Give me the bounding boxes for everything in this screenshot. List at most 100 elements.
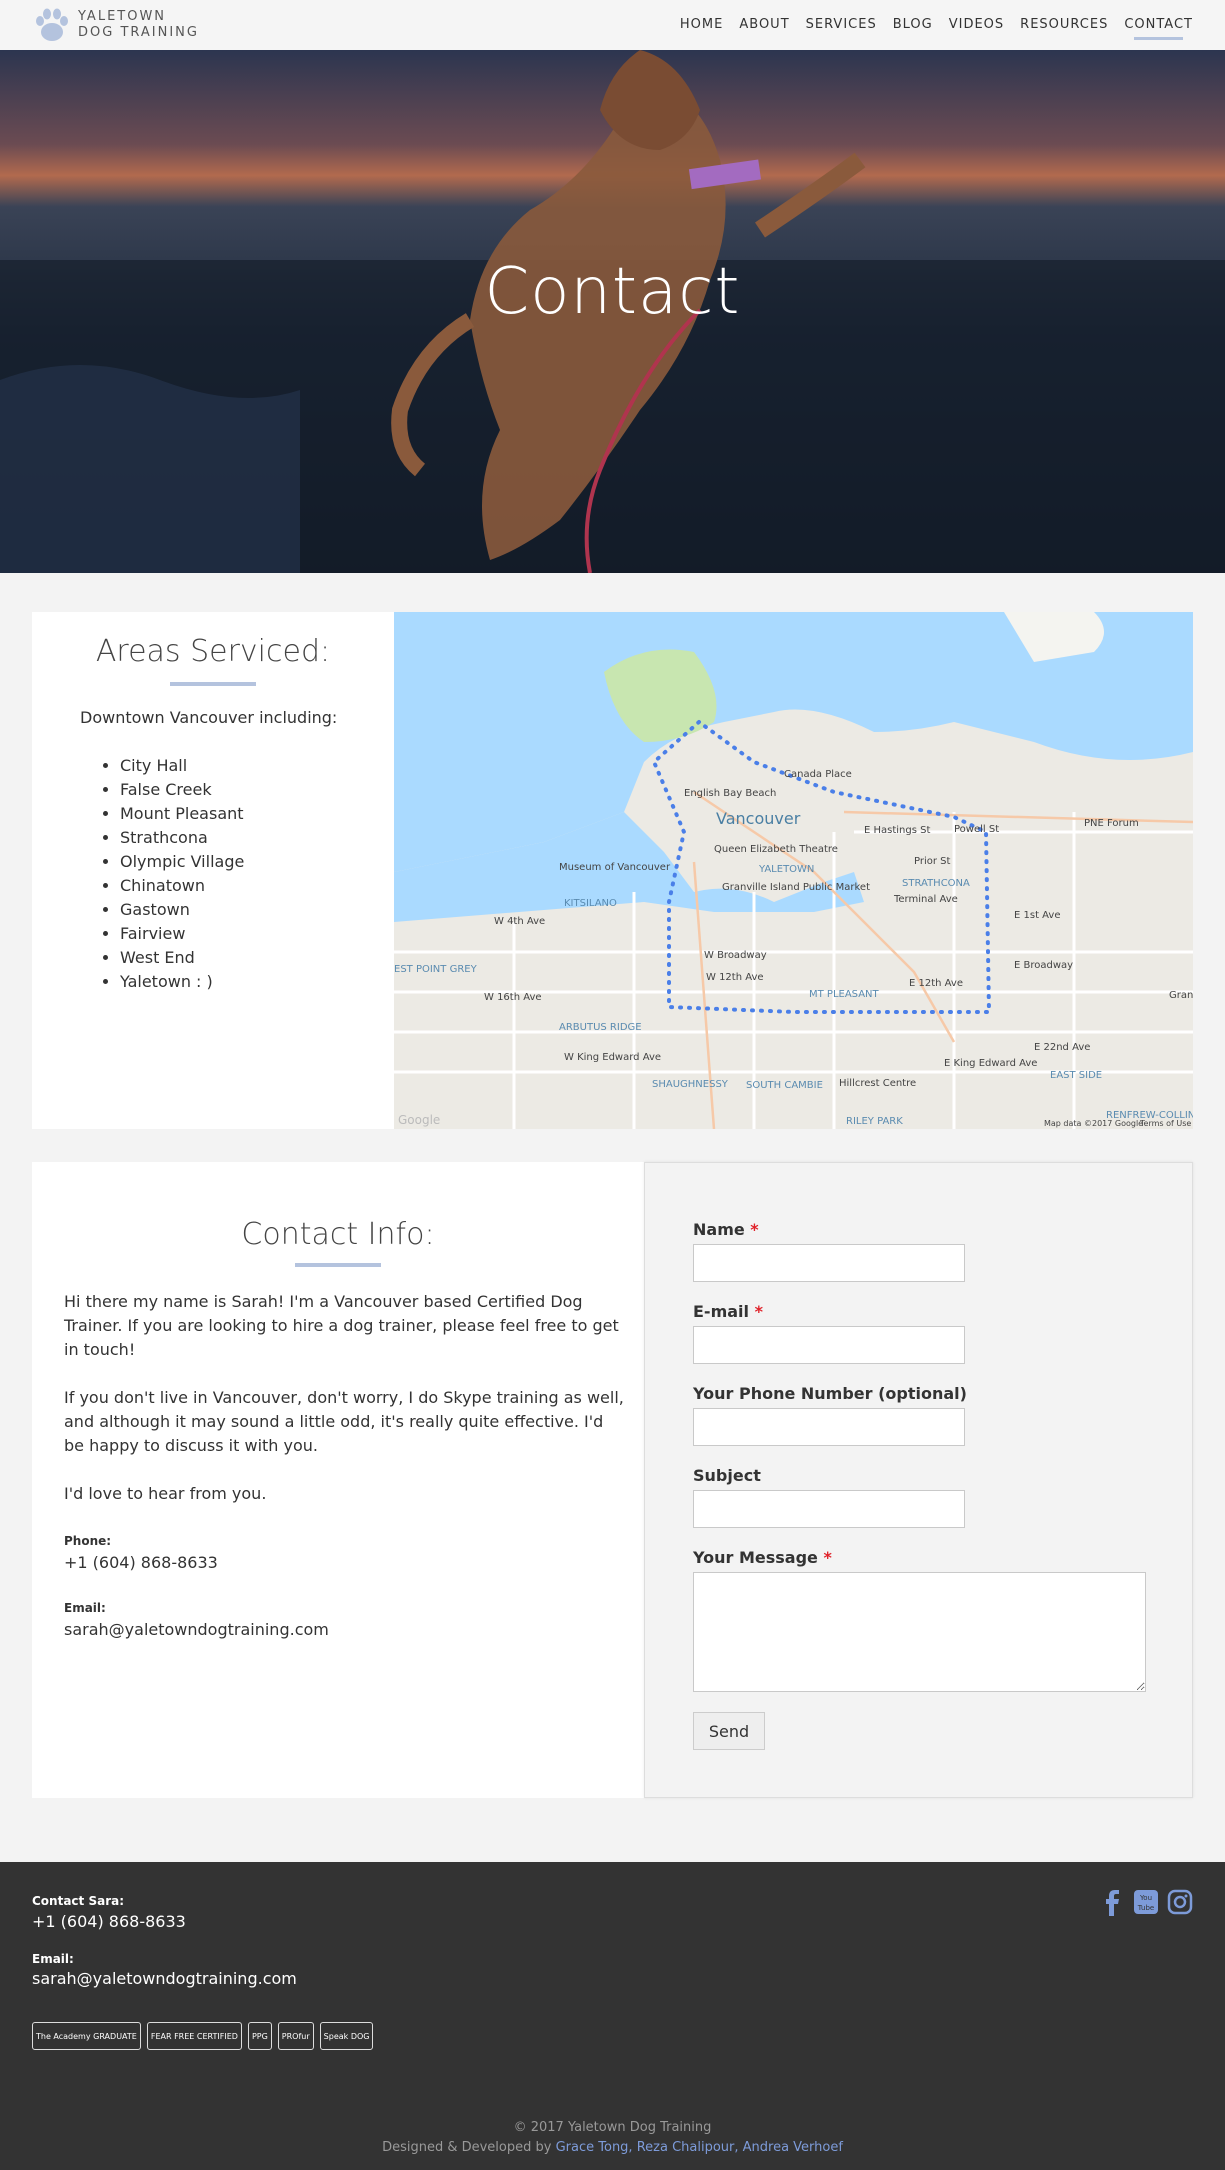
site-header: YALETOWN DOG TRAINING HOME ABOUT SERVICE… [0, 0, 1225, 50]
required-mark: * [823, 1548, 832, 1567]
list-item: Yaletown : ) [120, 970, 244, 994]
areas-intro: Downtown Vancouver including: [80, 708, 338, 727]
footer-contact-label: Contact Sara: [32, 1894, 125, 1908]
nav-resources[interactable]: RESOURCES [1020, 17, 1108, 32]
map-label: Hillcrest Centre [839, 1078, 916, 1089]
nav-contact[interactable]: CONTACT [1124, 17, 1193, 40]
nav-blog[interactable]: BLOG [893, 17, 933, 32]
svg-text:You: You [1139, 1894, 1152, 1902]
map-label: E Broadway [1014, 960, 1073, 971]
nav-about[interactable]: ABOUT [739, 17, 789, 32]
map-label: Queen Elizabeth Theatre [714, 844, 838, 855]
list-item: False Creek [120, 778, 244, 802]
email-label-text: E-mail [693, 1302, 750, 1321]
footer-phone[interactable]: +1 (604) 868-8633 [32, 1912, 186, 1931]
phone-field[interactable] [693, 1408, 965, 1446]
nav-home[interactable]: HOME [680, 17, 723, 32]
map-label: Museum of Vancouver [559, 862, 671, 873]
map-label: MT PLEASANT [809, 989, 880, 1000]
map-label: Canada Place [784, 769, 852, 780]
map-city-label: Vancouver [716, 809, 801, 828]
profur-badge: PROfur [277, 2022, 314, 2050]
name-label: Name * [693, 1220, 759, 1239]
map-label: E King Edward Ave [944, 1058, 1037, 1069]
instagram-icon[interactable] [1167, 1888, 1193, 1916]
name-field[interactable] [693, 1244, 965, 1282]
hero-banner: Contact [0, 50, 1225, 573]
send-button[interactable]: Send [693, 1712, 765, 1750]
map-attribution: Map data ©2017 Google [1044, 1119, 1143, 1128]
copyright: © 2017 Yaletown Dog Training [513, 2120, 712, 2135]
map-label: Prior St [914, 856, 951, 867]
map-label: YALETOWN [758, 864, 814, 875]
map-label: W 4th Ave [494, 916, 545, 927]
credits: Designed & Developed by Grace Tong, Reza… [0, 2140, 1225, 2155]
paw-logo-icon [36, 8, 68, 41]
map-label: E 1st Ave [1014, 910, 1061, 921]
message-label-text: Your Message [693, 1548, 818, 1567]
contact-info-title: Contact Info: [241, 1217, 435, 1252]
map-label: W Broadway [704, 950, 767, 961]
map-label: PNE Forum [1084, 818, 1139, 829]
required-mark: * [754, 1302, 763, 1321]
list-item: Fairview [120, 922, 244, 946]
phone-label: Phone: [64, 1534, 112, 1548]
logo[interactable]: YALETOWN DOG TRAINING [32, 5, 199, 45]
name-label-text: Name [693, 1220, 745, 1239]
message-label: Your Message * [693, 1548, 832, 1567]
map-label: Granville Island Public Market [722, 882, 870, 893]
certification-badges: The Academy GRADUATE FEAR FREE CERTIFIED… [32, 2022, 374, 2050]
nav-services[interactable]: SERVICES [806, 17, 877, 32]
map-label: E Hastings St [864, 825, 930, 836]
google-logo: Google [398, 1113, 440, 1127]
map-label: EST POINT GREY [394, 964, 478, 975]
map-label: Powell St [954, 824, 999, 835]
contact-form: Name * E-mail * Your Phone Number (optio… [644, 1162, 1193, 1798]
email-label: E-mail * [693, 1302, 763, 1321]
closing-paragraph: I'd love to hear from you. [64, 1484, 267, 1503]
map-label: E 22nd Ave [1034, 1042, 1090, 1053]
message-field[interactable] [693, 1572, 1146, 1692]
credits-link[interactable]: Grace Tong, Reza Chalipour, Andrea Verho… [556, 2140, 843, 2155]
svg-text:Tube: Tube [1137, 1904, 1154, 1912]
brand-name: YALETOWN DOG TRAINING [78, 9, 199, 41]
email-address[interactable]: sarah@yaletowndogtraining.com [64, 1620, 329, 1639]
academy-badge: The Academy GRADUATE [32, 2022, 141, 2050]
youtube-icon[interactable]: You Tube [1133, 1888, 1159, 1916]
list-item: West End [120, 946, 244, 970]
list-item: Gastown [120, 898, 244, 922]
map-label: ARBUTUS RIDGE [559, 1022, 642, 1033]
skype-paragraph: If you don't live in Vancouver, don't wo… [64, 1388, 624, 1455]
site-footer: Contact Sara: +1 (604) 868-8633 Email: s… [0, 1862, 1225, 2170]
list-item: Mount Pleasant [120, 802, 244, 826]
subject-label: Subject [693, 1466, 761, 1485]
map-label: SOUTH CAMBIE [746, 1080, 823, 1091]
map-label: STRATHCONA [902, 878, 970, 889]
page-title: Contact [484, 255, 741, 329]
nav-videos[interactable]: VIDEOS [949, 17, 1004, 32]
footer-email[interactable]: sarah@yaletowndogtraining.com [32, 1969, 297, 1988]
map-label: Terminal Ave [893, 894, 958, 905]
subject-field[interactable] [693, 1490, 965, 1528]
email-label: Email: [64, 1601, 106, 1615]
title-underline [295, 1263, 381, 1267]
social-links: You Tube [1099, 1888, 1193, 1916]
map-label: W 16th Ave [484, 992, 542, 1003]
footer-email-label: Email: [32, 1952, 74, 1966]
map-label: SHAUGHNESSY [652, 1079, 729, 1090]
brand-line-2: DOG TRAINING [78, 25, 199, 40]
map-terms-link: Terms of Use [1139, 1119, 1191, 1128]
phone-number[interactable]: +1 (604) 868-8633 [64, 1553, 218, 1572]
list-item: City Hall [120, 754, 244, 778]
title-underline [170, 682, 256, 686]
contact-info-card: Contact Info: Hi there my name is Sarah!… [32, 1162, 644, 1798]
required-mark: * [750, 1220, 759, 1239]
map-label: EAST SIDE [1050, 1070, 1102, 1081]
list-item: Olympic Village [120, 850, 244, 874]
map-label: W King Edward Ave [564, 1052, 661, 1063]
email-field[interactable] [693, 1326, 965, 1364]
map-label: Grand [1169, 990, 1193, 1001]
service-area-map[interactable]: Canada Place English Bay Beach Queen Eli… [394, 612, 1193, 1129]
main-nav: HOME ABOUT SERVICES BLOG VIDEOS RESOURCE… [680, 17, 1193, 40]
facebook-icon[interactable] [1099, 1888, 1125, 1916]
